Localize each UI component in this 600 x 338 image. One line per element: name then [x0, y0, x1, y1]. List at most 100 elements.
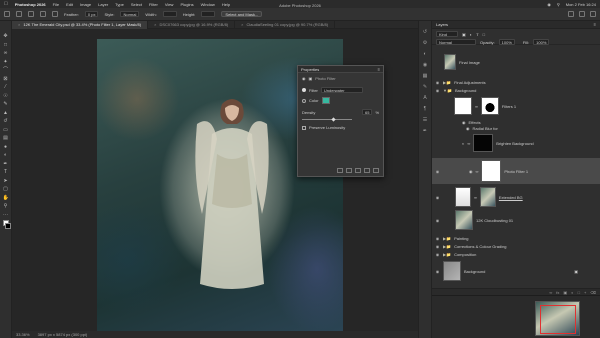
layer-kind-filter[interactable]: Kind [436, 31, 458, 37]
layer-row[interactable]: ∞ Filters 1 [432, 97, 592, 115]
paragraph-panel-icon[interactable]: ¶ [422, 106, 428, 112]
folder-icon[interactable]: ▶📁 [443, 244, 451, 249]
eye-icon[interactable]: ◉ [435, 88, 440, 93]
tab-close-icon[interactable]: × [154, 22, 156, 27]
new-group-icon[interactable]: □ [578, 290, 580, 295]
layer-name[interactable]: Background [455, 88, 476, 93]
rectangle-tool-icon[interactable]: ▢ [3, 186, 9, 192]
new-adjustment-icon[interactable]: ◐ [571, 290, 573, 295]
layer-row[interactable]: ◉ ∞ Extended BG [432, 187, 592, 207]
clip-to-layer-icon[interactable] [337, 168, 343, 173]
layer-row[interactable]: ◉ ▼📁 Background [432, 88, 592, 93]
zoom-readout[interactable]: 33.36% [16, 332, 30, 337]
eyedropper-tool-icon[interactable]: ⁄ [3, 84, 9, 90]
panel-menu-icon[interactable]: ≡ [378, 67, 380, 72]
eye-icon[interactable]: ◉ [435, 236, 440, 241]
eye-icon[interactable]: ◉ [466, 126, 470, 131]
eye-icon[interactable]: ◉ [435, 169, 440, 174]
channels-panel-icon[interactable]: ☰ [422, 117, 428, 123]
new-layer-icon[interactable]: + [584, 290, 586, 295]
folder-icon[interactable]: ▼📁 [443, 88, 452, 93]
width-input[interactable] [162, 11, 177, 17]
layer-name[interactable]: Extended BG [499, 195, 523, 200]
tab-close-icon[interactable]: × [18, 22, 20, 27]
paths-panel-icon[interactable]: ✒ [422, 128, 428, 134]
eye-icon[interactable]: ◉ [435, 252, 440, 257]
workspace-icon[interactable] [590, 11, 596, 17]
layer-row[interactable]: ◉ 12K Cloudbusting 01 [432, 210, 592, 230]
layer-name[interactable]: 12K Cloudbusting 01 [476, 218, 513, 223]
layer-row[interactable]: Final Image [432, 54, 592, 70]
view-previous-icon[interactable] [346, 168, 352, 173]
filter-pixel-icon[interactable]: ▣ [462, 32, 466, 37]
height-input[interactable] [201, 11, 216, 17]
more-tools-icon[interactable]: ··· [3, 212, 9, 218]
zoom-tool-icon[interactable]: ⚲ [3, 203, 9, 209]
blur-tool-icon[interactable]: ● [3, 144, 9, 150]
layer-name[interactable]: Composition [454, 252, 476, 257]
navigator-view-frame[interactable] [540, 305, 576, 334]
marquee-tool-icon[interactable] [16, 11, 22, 17]
eye-icon[interactable]: ◉ [435, 195, 440, 200]
menu-layer[interactable]: Layer [98, 2, 108, 7]
layer-name[interactable]: Photo Filter 1 [504, 169, 528, 174]
menu-file[interactable]: File [53, 2, 59, 7]
chain-icon[interactable]: ∞ [475, 104, 478, 109]
reset-icon[interactable] [355, 168, 361, 173]
folder-icon[interactable]: ▶📁 [443, 236, 451, 241]
eye-icon[interactable]: ◉ [435, 218, 440, 223]
adjustments-panel-icon[interactable]: ◐ [422, 51, 428, 57]
add-mask-icon[interactable]: ▣ [563, 290, 567, 295]
subtract-selection-icon[interactable] [52, 11, 58, 17]
layer-row[interactable]: ◉ ▶📁 Final Adjustments [432, 80, 592, 85]
menu-help[interactable]: Help [222, 2, 230, 7]
add-selection-icon[interactable] [40, 11, 46, 17]
filter-radio[interactable] [302, 88, 306, 92]
folder-icon[interactable]: ▶📁 [443, 252, 451, 257]
layer-name[interactable]: Filters 1 [502, 104, 516, 109]
density-input[interactable]: 65 [361, 109, 373, 115]
move-tool-icon[interactable]: ✥ [3, 33, 9, 39]
eye-icon[interactable]: ◉ [435, 269, 440, 274]
adjustment-icon[interactable]: ◐ [462, 141, 464, 146]
marquee-tool-icon[interactable]: □ [3, 42, 9, 48]
history-brush-icon[interactable]: ↺ [3, 118, 9, 124]
brush-tool-icon[interactable]: ✎ [3, 101, 9, 107]
search-icon[interactable] [579, 11, 585, 17]
path-select-icon[interactable]: ➤ [3, 178, 9, 184]
character-panel-icon[interactable]: A [422, 95, 428, 101]
layer-name[interactable]: Corrections & Colour Grading [454, 244, 506, 249]
visibility-toggle-icon[interactable] [364, 168, 370, 173]
layer-name[interactable]: Painting [454, 236, 468, 241]
menu-plugins[interactable]: Plugins [180, 2, 193, 7]
layer-row[interactable]: ◉ ▶📁 Composition [432, 252, 592, 257]
menu-filter[interactable]: Filter [149, 2, 158, 7]
navigator-thumbnail[interactable] [535, 301, 580, 336]
layer-row-selected[interactable]: ◉ ◉ ∞ Photo Filter 1 [432, 158, 600, 184]
app-menu[interactable]: Photoshop 2026 [15, 2, 46, 7]
home-icon[interactable] [4, 11, 10, 17]
tab-close-icon[interactable]: × [241, 22, 243, 27]
lasso-tool-icon[interactable]: ∞ [3, 50, 9, 56]
fill-input[interactable]: 100% [533, 39, 550, 45]
brushes-panel-icon[interactable]: ✎ [422, 84, 428, 90]
trash-icon[interactable]: ⌫ [590, 290, 596, 295]
eye-icon[interactable]: ◉ [435, 244, 440, 249]
color-swatch[interactable] [321, 97, 330, 104]
layer-name[interactable]: Final Image [459, 60, 480, 65]
search-icon[interactable]: ⚲ [557, 2, 560, 7]
delete-icon[interactable] [373, 168, 379, 173]
new-selection-icon[interactable] [28, 11, 34, 17]
crop-tool-icon[interactable]: ⌒ [3, 67, 9, 73]
dodge-tool-icon[interactable]: ◐ [3, 152, 9, 158]
layer-name[interactable]: Radial Blur for [473, 126, 498, 131]
wifi-icon[interactable]: ◉ [547, 2, 551, 7]
blend-mode-select[interactable]: Normal [436, 39, 476, 45]
chain-icon[interactable]: ∞ [467, 141, 470, 146]
menu-view[interactable]: View [165, 2, 174, 7]
style-select[interactable]: Normal [120, 11, 140, 17]
density-slider-knob[interactable] [331, 117, 336, 122]
tab-dsc07663[interactable]: × DSC07663 copy.jpg @ 16.9% (RGB/8) [148, 20, 236, 29]
layer-row[interactable]: ◉ ▶📁 Corrections & Colour Grading [432, 244, 592, 249]
apple-icon[interactable]:  [4, 1, 8, 7]
